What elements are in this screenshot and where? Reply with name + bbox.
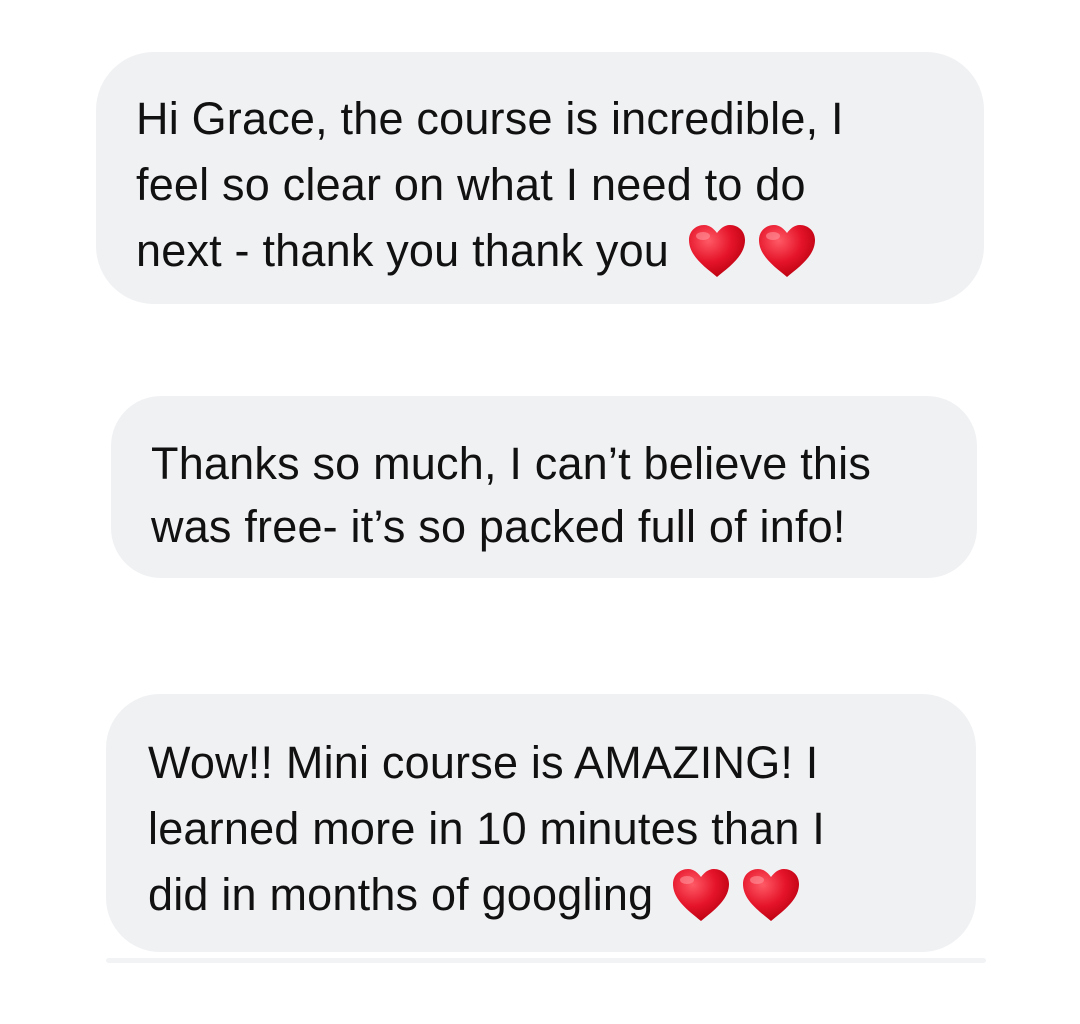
message-text-line: Wow!! Mini course is AMAZING! I bbox=[148, 730, 934, 796]
message-text-line: next - thank you thank you bbox=[136, 218, 944, 284]
message-text: next - thank you thank you bbox=[136, 225, 670, 276]
message-text: did in months of googling bbox=[148, 869, 654, 920]
chat-thread: Hi Grace, the course is incredible, I fe… bbox=[0, 0, 1080, 1024]
message-text-line: learned more in 10 minutes than I bbox=[148, 796, 934, 862]
message-bubble[interactable]: Thanks so much, I can’t believe this was… bbox=[111, 396, 977, 578]
message-text-line: Hi Grace, the course is incredible, I bbox=[136, 86, 944, 152]
message-text: feel so clear on what I need to do bbox=[136, 159, 806, 210]
message-text: was free- it’s so packed full of info! bbox=[151, 501, 846, 552]
red-heart-icon bbox=[669, 866, 733, 924]
message-text: Hi Grace, the course is incredible, I bbox=[136, 93, 844, 144]
message-text-line: was free- it’s so packed full of info! bbox=[151, 495, 939, 558]
red-heart-icon bbox=[685, 222, 749, 280]
message-text: Thanks so much, I can’t believe this bbox=[151, 438, 872, 489]
bubble-edge-divider bbox=[106, 958, 986, 963]
message-bubble[interactable]: Hi Grace, the course is incredible, I fe… bbox=[96, 52, 984, 304]
emoji-group bbox=[685, 222, 819, 280]
message-text-line: Thanks so much, I can’t believe this bbox=[151, 432, 939, 495]
emoji-group bbox=[669, 866, 803, 924]
message-text: Wow!! Mini course is AMAZING! I bbox=[148, 737, 819, 788]
message-text-line: did in months of googling bbox=[148, 862, 934, 928]
message-text: learned more in 10 minutes than I bbox=[148, 803, 825, 854]
message-bubble[interactable]: Wow!! Mini course is AMAZING! I learned … bbox=[106, 694, 976, 952]
message-text-line: feel so clear on what I need to do bbox=[136, 152, 944, 218]
red-heart-icon bbox=[755, 222, 819, 280]
red-heart-icon bbox=[739, 866, 803, 924]
